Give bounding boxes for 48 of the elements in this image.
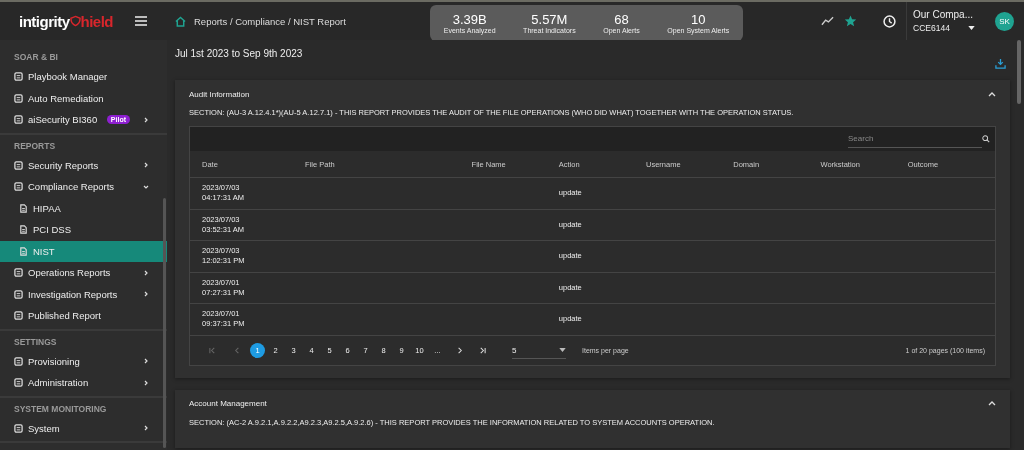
sidebar-subitem[interactable]: HIPAA xyxy=(0,197,163,219)
sidebar-item[interactable]: Security Reports xyxy=(0,154,163,176)
caret-icon[interactable] xyxy=(559,348,566,352)
download-icon[interactable] xyxy=(995,58,1006,69)
chevron-up-icon[interactable] xyxy=(988,401,996,406)
home-icon[interactable] xyxy=(175,15,186,27)
caret-icon[interactable] xyxy=(967,26,975,30)
card-title: Account Management xyxy=(189,399,267,408)
sidebar-item[interactable]: Provisioning xyxy=(0,350,163,372)
sidebar-item[interactable]: Published Report xyxy=(0,305,163,327)
sidebar-item[interactable]: System xyxy=(0,417,163,439)
document-icon xyxy=(19,225,28,235)
stat-value: 10 xyxy=(691,12,706,27)
last-page-icon[interactable] xyxy=(479,346,486,354)
menu-icon[interactable] xyxy=(135,16,147,26)
card-title: Audit Information xyxy=(189,89,250,99)
scrollbar[interactable] xyxy=(163,198,166,448)
sidebar-section-title: SETTINGS xyxy=(13,335,58,349)
sidebar-item[interactable]: Administration xyxy=(0,372,163,394)
chevron-up-icon[interactable] xyxy=(988,91,996,97)
sidebar-subitem[interactable]: NIST xyxy=(0,240,167,262)
company-name: Our Compa... xyxy=(913,9,975,20)
page-size-dropdown[interactable]: 5 xyxy=(512,345,566,359)
app-logo: intigrity hield xyxy=(19,12,113,30)
account-selector[interactable]: CCE6144 xyxy=(913,23,991,33)
stat-value: 5.57M xyxy=(531,12,568,27)
document-icon xyxy=(19,246,28,256)
sidebar-section-title: REPORTS xyxy=(13,139,57,153)
sidebar-item[interactable]: Auto Remediation xyxy=(0,87,163,109)
star-icon[interactable] xyxy=(844,15,857,27)
trend-line-icon[interactable] xyxy=(821,15,834,27)
sidebar-section-title: SYSTEM MONITORING xyxy=(13,402,108,416)
search-field[interactable]: Search xyxy=(848,130,982,148)
document-icon xyxy=(19,203,28,213)
sidebar-item[interactable]: Investigation Reports xyxy=(0,283,163,305)
clock-icon[interactable] xyxy=(883,14,896,28)
sidebar-item[interactable]: Operations Reports xyxy=(0,262,163,284)
breadcrumb: Reports / Compliance / NIST Report xyxy=(194,15,346,27)
next-page-icon[interactable] xyxy=(456,346,463,354)
stat-value: 68 xyxy=(614,12,629,27)
date-range: Jul 1st 2023 to Sep 9th 2023 xyxy=(175,48,303,59)
sidebar-section-title: SOAR & BI xyxy=(13,51,59,64)
sidebar-item[interactable]: Playbook Manager xyxy=(0,66,163,88)
sidebar-item[interactable]: Compliance Reports xyxy=(0,176,163,198)
sidebar-subitem[interactable]: PCI DSS xyxy=(0,219,163,241)
scrollbar[interactable] xyxy=(1017,40,1021,104)
search-icon[interactable] xyxy=(982,135,990,143)
stat-value: 3.39B xyxy=(452,12,487,27)
